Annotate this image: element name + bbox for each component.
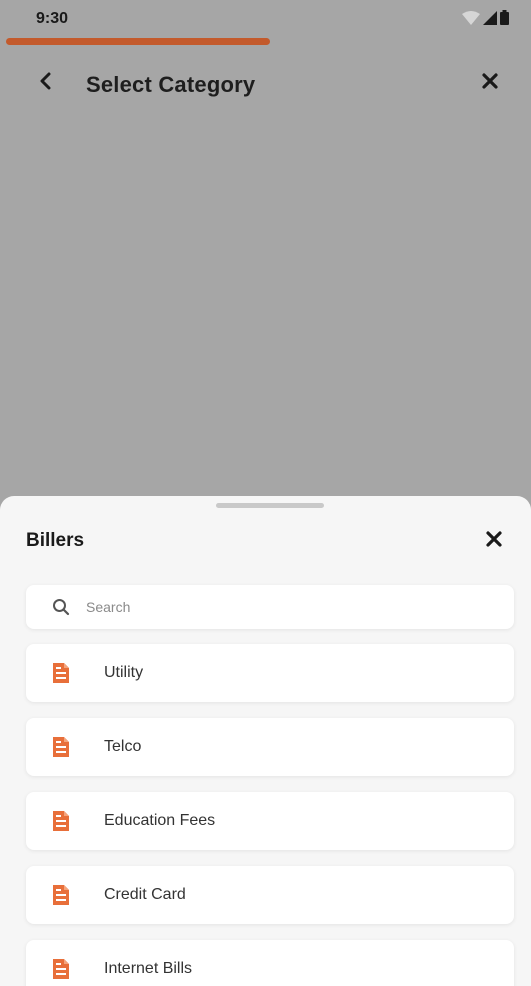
billers-bottom-sheet: Billers Utility Telco Education	[0, 496, 531, 986]
battery-icon	[500, 10, 509, 30]
status-time: 9:30	[36, 10, 69, 27]
category-list: Utility Telco Education Fees Credit Card…	[26, 644, 514, 986]
wifi-icon	[462, 10, 480, 30]
status-bar: 9:30	[0, 0, 531, 45]
category-label: Utility	[104, 664, 144, 681]
chevron-left-icon	[38, 72, 52, 95]
bill-document-icon	[50, 810, 72, 832]
app-header: Select Category	[0, 58, 531, 110]
sheet-drag-handle[interactable]	[216, 503, 324, 508]
bill-document-icon	[50, 736, 72, 758]
search-input[interactable]	[86, 592, 486, 622]
category-item-telco[interactable]: Telco	[26, 718, 514, 776]
bill-document-icon	[50, 662, 72, 684]
search-icon	[52, 598, 70, 616]
category-item-utility[interactable]: Utility	[26, 644, 514, 702]
header-close-button[interactable]	[475, 68, 505, 98]
sheet-title: Billers	[26, 530, 85, 551]
close-icon	[481, 72, 499, 95]
page-progress-bar	[6, 38, 270, 45]
category-item-education-fees[interactable]: Education Fees	[26, 792, 514, 850]
sheet-close-button[interactable]	[479, 526, 509, 556]
search-box[interactable]	[26, 585, 514, 629]
back-button[interactable]	[30, 68, 60, 98]
category-label: Education Fees	[104, 812, 216, 829]
category-item-credit-card[interactable]: Credit Card	[26, 866, 514, 924]
category-label: Internet Bills	[104, 960, 193, 977]
category-label: Telco	[104, 738, 142, 755]
category-item-internet-bills[interactable]: Internet Bills	[26, 940, 514, 986]
status-icons	[462, 10, 509, 30]
close-icon	[485, 530, 503, 553]
page-progress-fill	[6, 38, 270, 45]
category-label: Credit Card	[104, 886, 186, 903]
bill-document-icon	[50, 884, 72, 906]
bill-document-icon	[50, 958, 72, 980]
signal-icon	[483, 10, 497, 30]
page-title: Select Category	[86, 72, 256, 97]
